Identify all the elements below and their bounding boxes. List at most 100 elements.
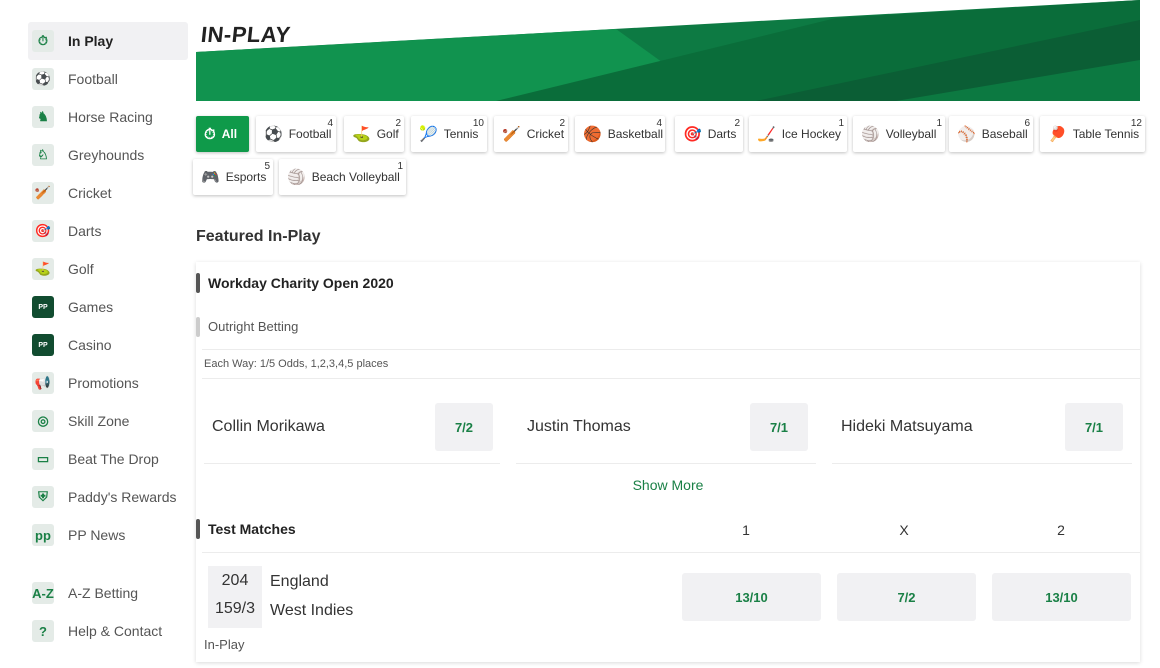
- games-logo-icon: PP: [32, 296, 54, 318]
- match-status: In-Play: [204, 637, 245, 652]
- darts-icon: 🎯: [683, 126, 702, 143]
- market-name[interactable]: Outright Betting: [208, 319, 298, 334]
- sidebar-item-promotions[interactable]: 📢 Promotions: [28, 364, 188, 402]
- column-header-draw: X: [899, 522, 909, 538]
- golf-icon: ⛳: [352, 126, 371, 143]
- sidebar-item-horse-racing[interactable]: ♞ Horse Racing: [28, 98, 188, 136]
- cricket-icon: 🏏: [32, 182, 54, 204]
- banner-graphic: [196, 0, 1140, 101]
- greyhound-icon: ♘: [32, 144, 54, 166]
- sidebar-item-skill-zone[interactable]: ◎ Skill Zone: [28, 402, 188, 440]
- sidebar-item-a-z-betting[interactable]: A-Z A-Z Betting: [28, 574, 188, 612]
- draw-odds-button[interactable]: 7/2: [837, 573, 976, 621]
- filter-chip-label: Beach Volleyball: [311, 170, 400, 184]
- filter-chip-table-tennis[interactable]: 🏓 Table Tennis 12: [1040, 116, 1145, 152]
- home-odds-button[interactable]: 13/10: [682, 573, 821, 621]
- filter-chip-ice-hockey[interactable]: 🏒 Ice Hockey 1: [749, 116, 847, 152]
- sidebar-item-label: Casino: [68, 337, 112, 353]
- filter-chip-beach-volleyball[interactable]: 🏐 Beach Volleyball 1: [279, 159, 406, 195]
- event-count-badge: 2: [559, 118, 565, 129]
- filter-chip-volleyball[interactable]: 🏐 Volleyball 1: [853, 116, 945, 152]
- filter-chip-label: Golf: [376, 127, 399, 141]
- sidebar-item-greyhounds[interactable]: ♘ Greyhounds: [28, 136, 188, 174]
- sidebar-item-label: Skill Zone: [68, 413, 130, 429]
- table-tennis-icon: 🏓: [1048, 126, 1067, 143]
- filter-chip-label: Cricket: [526, 127, 565, 141]
- sidebar-item-paddy-s-rewards[interactable]: ⛨ Paddy's Rewards: [28, 478, 188, 516]
- runner-name: Hideki Matsuyama: [841, 418, 973, 435]
- tennis-icon: 🎾: [419, 126, 438, 143]
- team1-name: England: [270, 573, 329, 590]
- sidebar-bottom-list: A-Z A-Z Betting? Help & Contact: [28, 574, 188, 650]
- event-count-badge: 4: [327, 118, 333, 129]
- filter-chip-darts[interactable]: 🎯 Darts 2: [675, 116, 743, 152]
- team2-score: 159/3: [214, 600, 256, 617]
- show-more-link[interactable]: Show More: [196, 477, 1140, 493]
- runner-name: Collin Morikawa: [212, 418, 325, 435]
- away-odds-button[interactable]: 13/10: [992, 573, 1131, 621]
- runner-odds-button[interactable]: 7/1: [1065, 403, 1123, 451]
- divider: [202, 378, 1140, 379]
- filter-chip-label: Football: [288, 127, 332, 141]
- sidebar-item-cricket[interactable]: 🏏 Cricket: [28, 174, 188, 212]
- filter-chip-golf[interactable]: ⛳ Golf 2: [344, 116, 404, 152]
- sidebar-item-beat-the-drop[interactable]: ▭ Beat The Drop: [28, 440, 188, 478]
- filter-chip-label: Ice Hockey: [781, 127, 842, 141]
- ticket-icon: ▭: [32, 448, 54, 470]
- filter-chip-label: Basketball: [607, 127, 664, 141]
- sidebar-item-pp-news[interactable]: pp PP News: [28, 516, 188, 554]
- event-count-badge: 1: [936, 118, 942, 129]
- sidebar-item-in-play[interactable]: ⏱ In Play: [28, 22, 188, 60]
- filter-chip-football[interactable]: ⚽ Football 4: [256, 116, 336, 152]
- filter-chip-label: Darts: [707, 127, 737, 141]
- runner-odds-button[interactable]: 7/1: [750, 403, 808, 451]
- runner-name: Justin Thomas: [527, 418, 631, 435]
- in-play-banner: IN-PLAY: [196, 0, 1140, 101]
- sidebar-item-help-contact[interactable]: ? Help & Contact: [28, 612, 188, 650]
- filter-chip-label: All: [221, 127, 238, 141]
- sidebar-item-games[interactable]: PP Games: [28, 288, 188, 326]
- event-count-badge: 1: [838, 118, 844, 129]
- filter-chip-baseball[interactable]: ⚾ Baseball 6: [949, 116, 1033, 152]
- column-header-away: 2: [1057, 522, 1065, 538]
- divider: [202, 552, 1140, 553]
- score-panel: 204 159/3: [208, 566, 262, 628]
- horse-icon: ♞: [32, 106, 54, 128]
- sidebar-item-label: In Play: [68, 33, 114, 49]
- golf-icon: ⛳: [32, 258, 54, 280]
- event-count-badge: 6: [1024, 118, 1030, 129]
- event-count-badge: 12: [1130, 118, 1142, 129]
- filter-chip-tennis[interactable]: 🎾 Tennis 10: [411, 116, 487, 152]
- featured-card: Workday Charity Open 2020 Outright Betti…: [196, 262, 1140, 662]
- event-count-badge: 10: [472, 118, 484, 129]
- sidebar-item-label: Darts: [68, 223, 102, 239]
- divider: [832, 463, 1132, 464]
- az-icon: A-Z: [32, 582, 54, 604]
- sidebar-item-label: Games: [68, 299, 114, 315]
- cricket-icon: 🏏: [502, 126, 521, 143]
- filter-chip-basketball[interactable]: 🏀 Basketball 4: [575, 116, 665, 152]
- filter-chip-cricket[interactable]: 🏏 Cricket 2: [494, 116, 568, 152]
- sidebar-item-label: Golf: [68, 261, 94, 277]
- darts-icon: 🎯: [32, 220, 54, 242]
- sidebar-item-darts[interactable]: 🎯 Darts: [28, 212, 188, 250]
- sidebar-item-football[interactable]: ⚽ Football: [28, 60, 188, 98]
- baseball-icon: ⚾: [957, 126, 976, 143]
- ice-hockey-icon: 🏒: [757, 126, 776, 143]
- featured-title: Featured In-Play: [196, 228, 321, 245]
- sidebar-item-label: Promotions: [68, 375, 139, 391]
- volleyball-icon: 🏐: [861, 126, 880, 143]
- sidebar-item-casino[interactable]: PP Casino: [28, 326, 188, 364]
- stopwatch-icon: ⏱: [32, 30, 54, 52]
- team1-score: 204: [221, 572, 249, 589]
- sidebar-item-golf[interactable]: ⛳ Golf: [28, 250, 188, 288]
- sidebar-list: ⏱ In Play ⚽ Football ♞ Horse Racing ♘ Greyhound…: [28, 22, 188, 554]
- beach-volleyball-icon: 🏐: [287, 169, 306, 186]
- filter-chip-esports[interactable]: 🎮 Esports 5: [193, 159, 273, 195]
- sidebar-nav: ⏱ In Play ⚽ Football ♞ Horse Racing ♘ Greyhound…: [28, 22, 188, 650]
- filter-chip-all[interactable]: ⏱ All: [196, 116, 249, 152]
- casino-logo-icon: PP: [32, 334, 54, 356]
- runner-odds-button[interactable]: 7/2: [435, 403, 493, 451]
- section-marker: [196, 273, 200, 293]
